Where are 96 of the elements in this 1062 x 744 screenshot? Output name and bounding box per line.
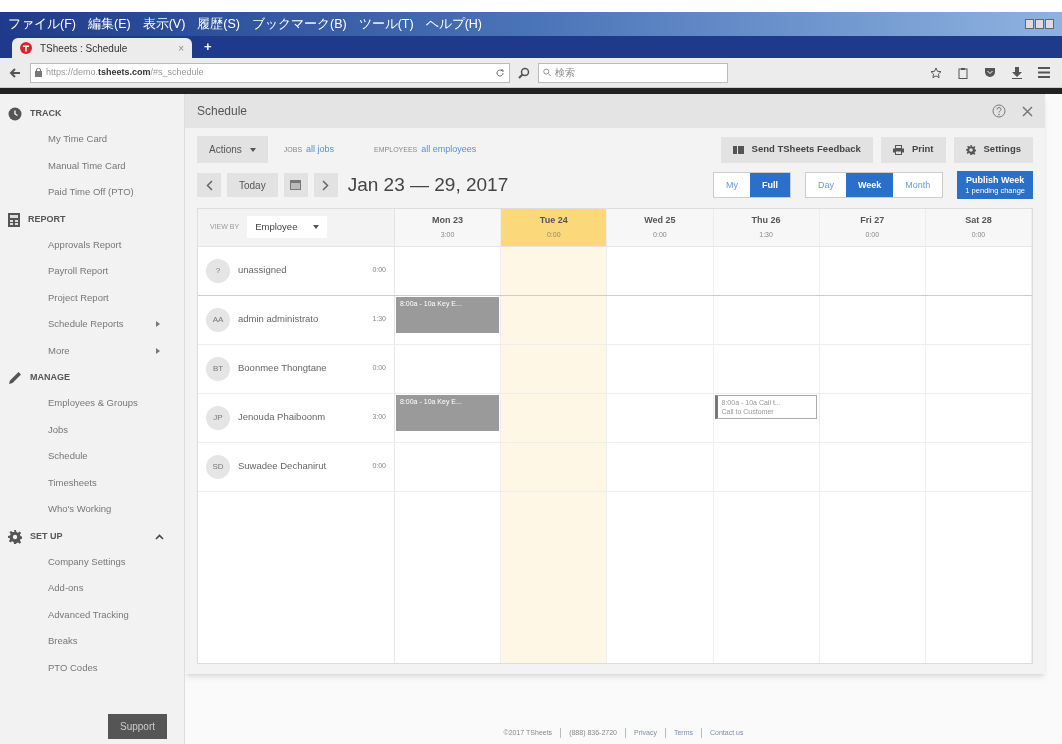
today-button[interactable]: Today [227,173,278,198]
feedback-button[interactable]: Send TSheets Feedback [720,136,873,163]
new-tab-icon[interactable]: + [204,36,212,58]
clipboard-icon[interactable] [958,66,968,79]
collapse-icon[interactable] [155,533,164,540]
section-heading[interactable]: SET UP [30,529,63,544]
caret-icon [249,147,256,152]
scope-toggle[interactable]: Full [749,173,790,198]
submenu-arrow-icon [156,347,160,354]
sidebar-item[interactable]: Manual Time Card [48,158,126,173]
sidebar-item[interactable]: Breaks [48,634,78,649]
search-icon [543,68,552,77]
employee-name: Suwadee Dechanirut [238,459,328,474]
close-icon[interactable] [1022,105,1033,117]
submenu-arrow-icon [156,321,160,328]
views-toggle[interactable]: Day [805,173,846,198]
download-icon[interactable] [1012,66,1022,79]
close-icon[interactable]: × [178,40,184,56]
menu-item[interactable]: 表示(V) [142,14,186,34]
calendar-button[interactable] [283,173,308,198]
previous-button[interactable] [197,173,221,198]
calculator-icon [8,212,20,227]
panel-title: Schedule [197,103,248,120]
menu-item[interactable]: ブックマーク(B) [252,14,347,34]
gear-icon [965,144,976,155]
menu-item[interactable]: ツール(T) [358,14,414,34]
menu-item[interactable]: ヘルプ(H) [425,14,482,34]
search-icon[interactable] [518,66,530,79]
support-button[interactable]: Support [108,714,168,739]
gear-icon [8,529,22,544]
menu-item[interactable]: 履歴(S) [197,14,240,34]
search-input[interactable]: 検索 [555,65,723,80]
date-range: Jan 23 — 29, 2017 [347,173,509,197]
sidebar-item[interactable]: Project Report [48,290,109,305]
employee-name: unassigned [238,263,288,278]
logo-icon [20,42,32,54]
avatar-initials: SD [206,454,230,479]
menu-item[interactable]: ファイル(F) [8,14,76,34]
sidebar-item[interactable]: Schedule [48,449,88,464]
views-toggle[interactable]: Week [846,173,894,198]
sidebar-item[interactable]: Approvals Report [48,237,122,252]
sidebar-item[interactable]: My Time Card [48,132,108,147]
lock-icon [35,68,42,77]
filter-link[interactable]: all jobs [306,142,335,157]
employee-name: admin administrato [238,312,320,327]
settings-button[interactable]: Settings [953,136,1033,163]
sidebar-item[interactable]: Advanced Tracking [48,607,129,622]
star-icon[interactable] [930,66,942,79]
sidebar-item[interactable]: Add-ons [48,581,84,596]
sidebar-item[interactable]: More [48,343,70,358]
tab-title: TSheets : Schedule [40,41,128,56]
close-icon[interactable] [1045,19,1054,29]
address-field[interactable]: https://demo.tsheets.com/#s_schedule [30,62,510,83]
section-heading[interactable]: TRACK [30,107,62,121]
scope-toggle[interactable]: My [713,173,750,198]
calendar-icon [290,180,302,191]
sidebar-item[interactable]: Payroll Report [48,264,109,279]
actions-dropdown[interactable]: Actions [197,136,268,163]
menu-icon[interactable] [1038,67,1050,78]
sidebar-item[interactable]: PTO Codes [48,660,98,675]
search-field[interactable]: 検索 [538,62,728,83]
employee-name: Boonmee Thongtane [238,361,328,376]
avatar-initials: JP [206,405,230,430]
pocket-icon[interactable] [984,67,996,78]
browser-tab[interactable]: TSheets : Schedule × [12,38,192,58]
chevron-right-icon [322,179,330,191]
menu-item[interactable]: 編集(E) [87,14,131,34]
avatar-initials: ? [206,258,230,283]
view-by-dropdown[interactable]: Employee [247,216,328,238]
url-text: https://demo.tsheets.com/#s_schedule [46,65,204,79]
section-heading[interactable]: MANAGE [30,371,70,385]
avatar-initials: AA [206,307,230,332]
maximize-icon[interactable] [1035,19,1044,29]
sidebar-item[interactable]: Timesheets [48,475,97,490]
clock-icon [8,107,22,121]
minimize-icon[interactable] [1025,19,1034,29]
sidebar-item[interactable]: Company Settings [48,554,126,569]
sidebar-item[interactable]: Jobs [48,422,69,437]
pencil-icon [8,371,22,385]
employee-name: Jenouda Phaiboonm [238,410,327,425]
print-button[interactable]: Print [880,136,946,163]
sidebar-item[interactable]: Who's Working [48,502,112,517]
sidebar-item[interactable]: Employees & Groups [48,396,138,411]
help-icon[interactable] [992,104,1006,118]
views-toggle[interactable]: Month [893,173,943,198]
avatar-initials: BT [206,356,230,381]
sidebar-item[interactable]: Schedule Reports [48,317,124,332]
sidebar-item[interactable]: Paid Time Off (PTO) [48,185,134,200]
reload-icon[interactable] [495,67,505,78]
section-heading[interactable]: REPORT [28,212,66,227]
chevron-left-icon [205,179,213,191]
printer-icon [892,144,904,155]
back-icon[interactable] [8,65,22,80]
caret-icon [313,225,320,229]
filter-link[interactable]: all employees [421,142,477,157]
next-button[interactable] [313,173,338,198]
